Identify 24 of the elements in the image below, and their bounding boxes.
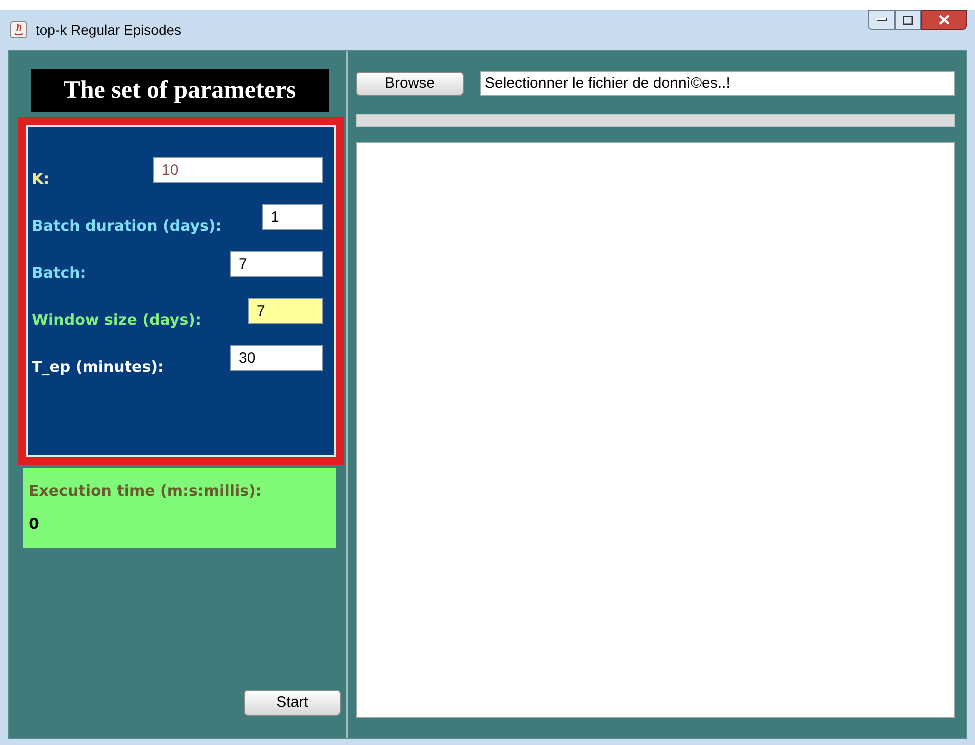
- field-label: Batch duration (days):: [32, 219, 222, 234]
- parameter-field[interactable]: 1: [262, 204, 323, 230]
- minimize-icon: [876, 18, 886, 22]
- minimize-button[interactable]: [868, 10, 895, 30]
- parameter-field[interactable]: 10: [153, 157, 323, 183]
- field-label: T_ep (minutes):: [32, 360, 164, 375]
- maximize-button[interactable]: [895, 10, 921, 30]
- file-path-field[interactable]: Selectionner le fichier de donnì©es..!: [480, 71, 955, 96]
- parameter-field[interactable]: 30: [230, 345, 323, 371]
- field-label: Batch:: [32, 266, 86, 281]
- maximize-icon: [903, 16, 913, 24]
- execution-value: 0: [29, 514, 40, 534]
- close-button[interactable]: [921, 10, 967, 30]
- window-title: top-k Regular Episodes: [36, 20, 182, 40]
- start-button[interactable]: Start: [244, 690, 341, 716]
- app-icon: [10, 21, 28, 39]
- browse-button[interactable]: Browse: [356, 72, 464, 96]
- execution-label: Execution time (m:s:millis):: [29, 481, 263, 502]
- field-label: Window size (days):: [32, 313, 202, 328]
- parameters-heading: The set of parameters: [31, 69, 329, 112]
- parameter-field[interactable]: 7: [230, 251, 323, 277]
- field-label: K:: [32, 172, 50, 187]
- close-icon: [938, 15, 950, 25]
- parameter-field[interactable]: 7: [248, 298, 323, 324]
